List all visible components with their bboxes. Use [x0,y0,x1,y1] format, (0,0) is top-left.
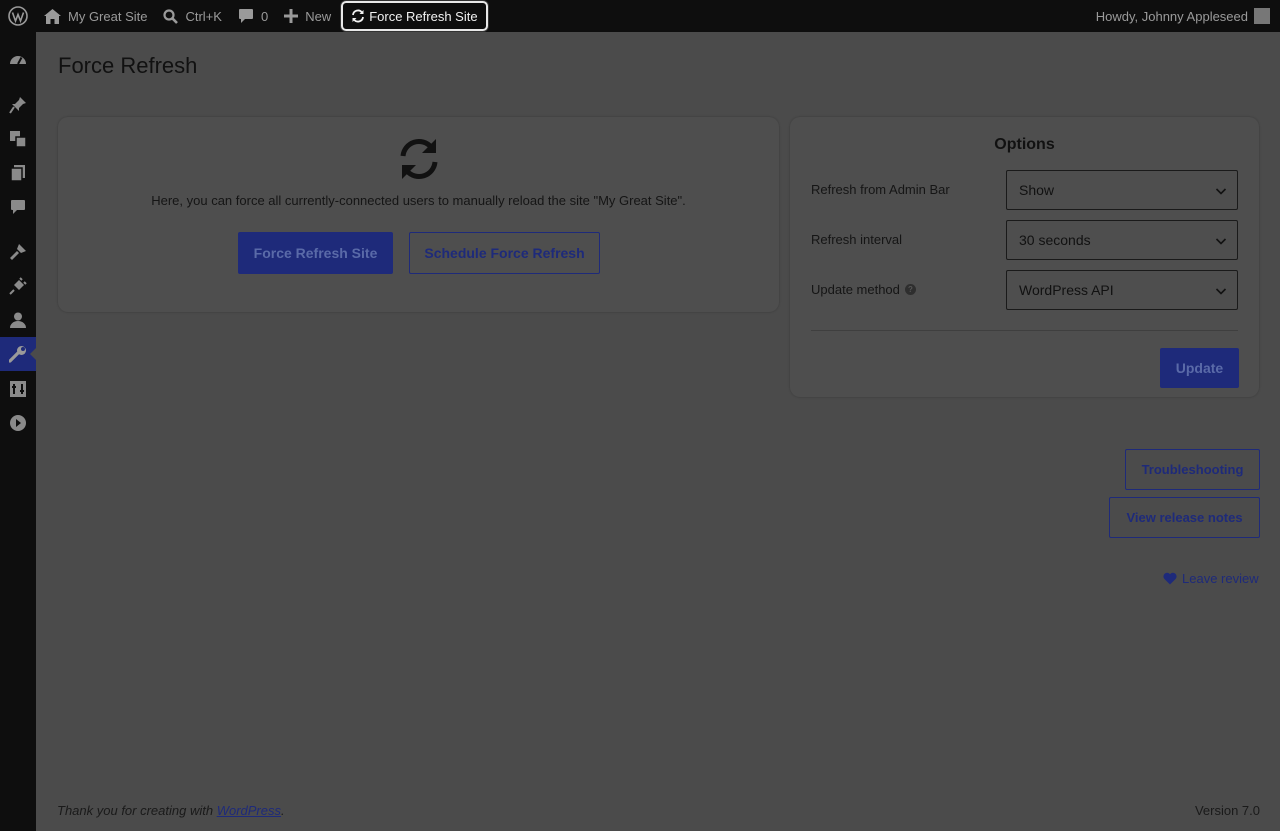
appearance-icon[interactable] [0,235,36,269]
leave-review-link[interactable]: Leave review [1163,571,1259,586]
wordpress-link[interactable]: WordPress [217,803,281,818]
avatar [1254,8,1270,24]
select-value: 30 seconds [1019,232,1091,248]
my-account-menu[interactable]: Howdy, Johnny Appleseed [1096,8,1280,24]
comment-icon [238,8,254,24]
heart-icon [1163,572,1177,585]
refresh-from-admin-bar-select[interactable]: Show [1006,170,1238,210]
chevron-down-icon [1215,184,1227,200]
update-method-select[interactable]: WordPress API [1006,270,1238,310]
comments-count: 0 [260,8,269,24]
collapse-menu-icon[interactable] [0,406,36,440]
settings-icon[interactable] [0,372,36,406]
tools-icon[interactable] [0,337,36,371]
troubleshooting-button[interactable]: Troubleshooting [1125,449,1260,490]
refresh-from-admin-bar-label: Refresh from Admin Bar [811,182,950,197]
home-icon [44,8,61,24]
view-release-notes-button[interactable]: View release notes [1109,497,1260,538]
chevron-down-icon [1215,234,1227,250]
comments-menu[interactable]: 0 [230,0,276,32]
force-refresh-label: Force Refresh Site [369,8,478,24]
refresh-interval-label: Refresh interval [811,232,902,247]
comments-icon[interactable] [0,190,36,224]
site-name: My Great Site [68,8,148,24]
greeting: Howdy, Johnny Appleseed [1095,8,1248,24]
field-label: Refresh from Admin Bar [811,182,950,197]
intro-text: Here, you can force all currently-connec… [151,193,686,208]
chevron-down-icon [1215,284,1227,300]
admin-bar-force-refresh[interactable]: Force Refresh Site [341,1,488,31]
dashboard-icon[interactable] [0,43,36,77]
schedule-force-refresh-button[interactable]: Schedule Force Refresh [409,232,600,274]
divider [811,330,1238,331]
plugins-icon[interactable] [0,269,36,303]
site-name-menu[interactable]: My Great Site [36,0,155,32]
footer-thanks-prefix: Thank you for creating with [57,803,217,818]
posts-icon[interactable] [0,88,36,122]
plus-icon [284,9,299,23]
footer-thankyou: Thank you for creating with WordPress. [57,803,285,818]
search-shortcut: Ctrl+K [185,8,222,24]
new-content-menu[interactable]: New [276,0,339,32]
page-title: Force Refresh [58,53,198,78]
select-value: Show [1019,182,1055,198]
users-icon[interactable] [0,303,36,337]
field-label: Refresh interval [811,232,903,247]
force-refresh-site-button[interactable]: Force Refresh Site [238,232,393,274]
admin-bar: My Great Site Ctrl+K 0 New Force Refresh… [0,0,1280,32]
select-value: WordPress API [1019,282,1114,298]
footer-version: Version 7.0 [1194,803,1260,818]
footer-thanks-suffix: . [281,803,285,818]
refresh-icon [351,9,365,23]
search-icon [163,8,179,24]
new-label: New [305,8,332,24]
refresh-interval-select[interactable]: 30 seconds [1006,220,1238,260]
refresh-icon [396,136,442,187]
media-icon[interactable] [0,122,36,156]
command-search[interactable]: Ctrl+K [155,0,229,32]
update-button[interactable]: Update [1160,348,1239,388]
update-method-label: Update method ? [811,282,916,297]
leave-review-label: Leave review [1182,571,1259,586]
field-label: Update method [811,282,900,297]
pages-icon[interactable] [0,156,36,190]
help-icon[interactable]: ? [904,284,916,295]
options-title: Options [994,136,1055,153]
admin-sidebar [0,32,36,831]
wordpress-logo-icon[interactable] [0,0,36,32]
